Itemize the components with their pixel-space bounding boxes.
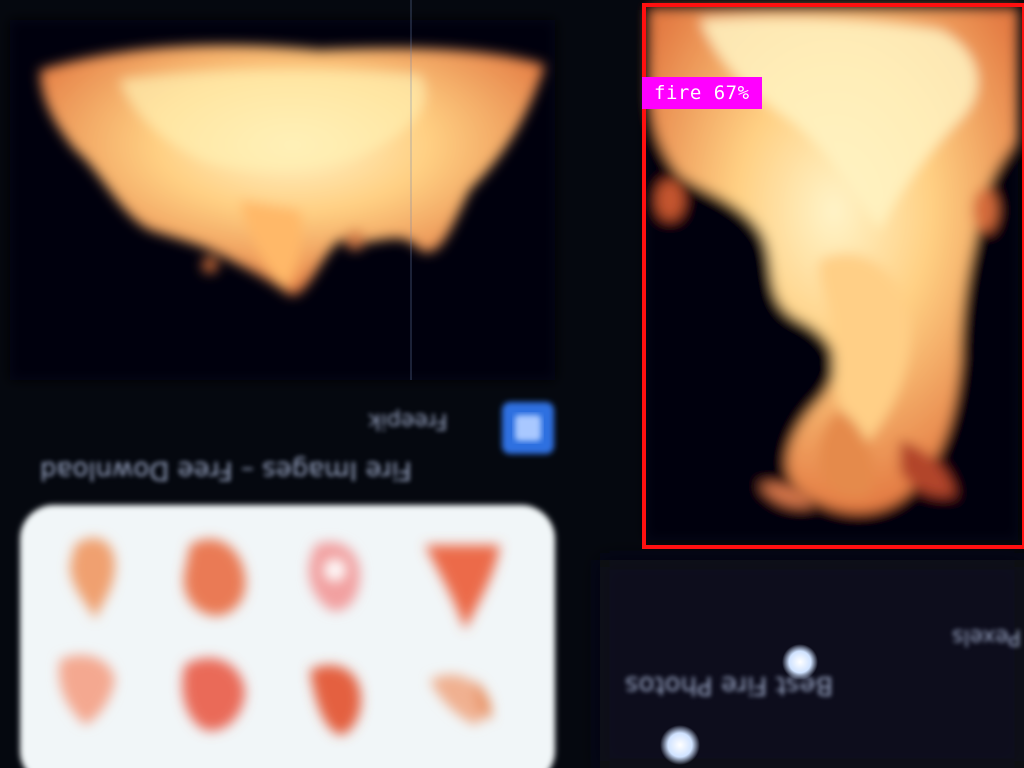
blurred-app-icon-inner [515, 415, 541, 441]
light-glare [660, 725, 700, 765]
blurred-screen-text: Best Fire Photos [625, 670, 834, 700]
detection-label: fire 67% [642, 77, 762, 109]
blurred-screen-text: Pexels [952, 624, 1022, 649]
photo-scene: Fire Images – Free Download Freepik Best… [0, 0, 1024, 768]
blurred-screen-text: Freepik [368, 408, 448, 433]
blurred-screen-text: Fire Images – Free Download [40, 455, 412, 485]
